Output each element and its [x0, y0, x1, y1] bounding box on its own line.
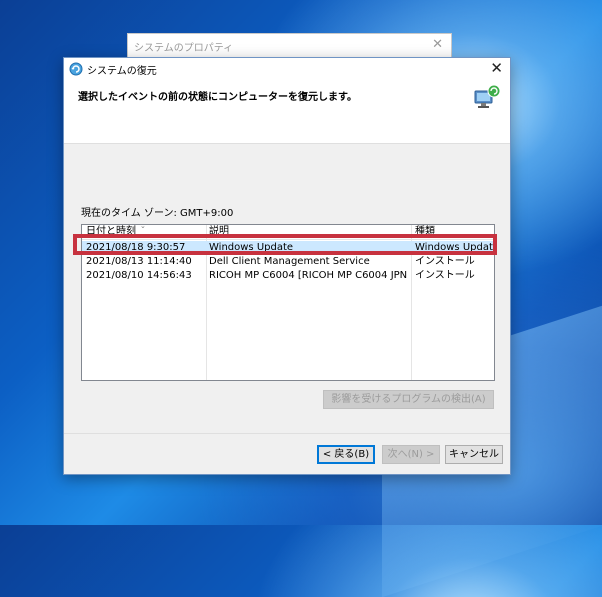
computer-restore-icon	[474, 84, 501, 108]
row-date: 2021/08/18 9:30:57	[86, 242, 186, 253]
header-instruction: 選択したイベントの前の状態にコンピューターを復元します。	[78, 92, 357, 103]
system-restore-icon	[69, 62, 83, 76]
close-icon[interactable]: ✕	[490, 59, 503, 77]
table-row[interactable]: 2021/08/18 9:30:57 Windows Update Window…	[82, 241, 494, 254]
list-header: 日付と時刻 ⌄ 説明 種類	[82, 225, 494, 240]
background-window-title: システムのプロパティ	[134, 43, 234, 54]
row-type: インストール	[415, 270, 475, 281]
row-type: Windows Update	[415, 242, 493, 253]
footer-divider	[64, 433, 510, 434]
row-description: RICOH MP C6004 [RICOH MP C6004 JPN RPCS]…	[209, 270, 409, 281]
scan-affected-programs-button[interactable]: 影響を受けるプログラムの検出(A)	[323, 390, 494, 409]
title-bar: システムの復元 ✕	[64, 58, 510, 80]
timezone-label: 現在のタイム ゾーン: GMT+9:00	[81, 208, 234, 219]
table-row[interactable]: 2021/08/13 11:14:40 Dell Client Manageme…	[82, 255, 494, 268]
column-header-description[interactable]: 説明	[209, 225, 409, 239]
table-row[interactable]: 2021/08/10 14:56:43 RICOH MP C6004 [RICO…	[82, 269, 494, 282]
sort-arrow-icon: ⌄	[140, 224, 146, 230]
row-description: Dell Client Management Service	[209, 256, 370, 267]
dialog-title: システムの復元	[87, 66, 157, 77]
next-button[interactable]: 次へ(N) >	[382, 445, 440, 464]
row-date: 2021/08/10 14:56:43	[86, 270, 192, 281]
restore-point-list[interactable]: 日付と時刻 ⌄ 説明 種類 2021/08/18 9:30:57 Windows…	[81, 224, 495, 381]
row-description: Windows Update	[209, 242, 294, 253]
system-restore-dialog: システムの復元 ✕ 選択したイベントの前の状態にコンピューターを復元します。 現…	[63, 57, 511, 475]
dialog-header: 選択したイベントの前の状態にコンピューターを復元します。	[64, 80, 510, 144]
row-type: インストール	[415, 256, 475, 267]
background-close-icon[interactable]: ✕	[432, 37, 443, 52]
column-header-type[interactable]: 種類	[415, 225, 494, 239]
column-header-date[interactable]: 日付と時刻	[86, 225, 206, 239]
back-button[interactable]: < 戻る(B)	[317, 445, 375, 464]
row-date: 2021/08/13 11:14:40	[86, 256, 192, 267]
cancel-button[interactable]: キャンセル	[445, 445, 503, 464]
